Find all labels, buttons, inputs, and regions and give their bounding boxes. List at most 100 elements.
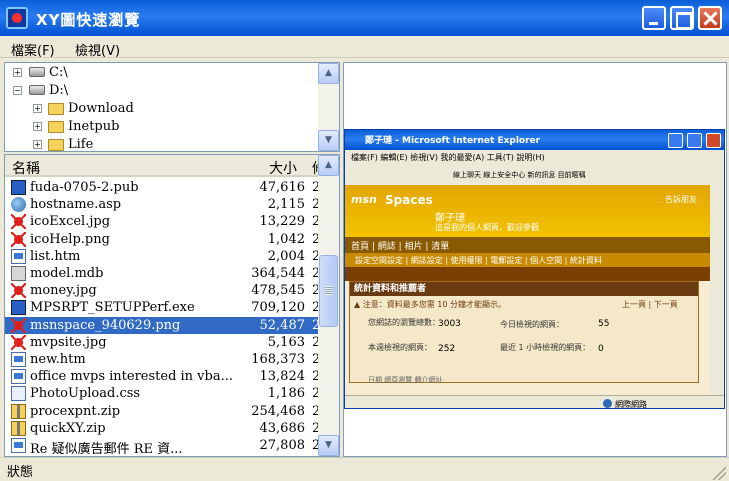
stat-value: 0	[598, 344, 604, 354]
mail-icon	[11, 438, 26, 453]
file-name: new.htm	[30, 352, 86, 367]
tree-node-label: Download	[68, 101, 134, 116]
ie-scrollbar	[710, 165, 724, 395]
grip-icon	[325, 286, 333, 295]
msn-top-links: 線上聊天 線上安全中心 新的訊息 目前暱稱	[345, 165, 724, 185]
column-header-name[interactable]: 名稱	[12, 158, 40, 178]
ie-close-icon	[706, 133, 721, 148]
tree-scrollbar[interactable]: ▲ ▼	[318, 63, 339, 151]
publisher-icon	[11, 180, 26, 195]
file-row[interactable]: mvpsite.jpg5,1632	[5, 334, 318, 351]
file-name: icoExcel.jpg	[30, 214, 111, 230]
folder-icon	[48, 139, 64, 151]
stat-value: 55	[598, 319, 610, 329]
red-splat-icon	[11, 231, 26, 247]
window-title: XY圖快速瀏覽	[36, 11, 141, 29]
file-name: mvpsite.jpg	[30, 334, 107, 350]
file-row[interactable]: money.jpg478,5452	[5, 282, 318, 299]
file-row[interactable]: office mvps interested in vba...13,8242	[5, 368, 318, 385]
list-scrollbar[interactable]: ▲ ▼	[318, 155, 339, 456]
ie-menu-bar: 檔案(F) 編輯(E) 檢視(V) 我的最愛(A) 工具(T) 說明(H)	[345, 150, 724, 165]
file-name: money.jpg	[30, 283, 97, 299]
expand-icon[interactable]: +	[33, 122, 42, 131]
msn-subnav-text: 設定空間設定 | 網誌設定 | 使用權限 | 電郵設定 | 個人空間 | 統計資…	[355, 256, 602, 265]
file-name: quickXY.zip	[30, 420, 106, 436]
folder-tree[interactable]: + C:\ − D:\ + Download + Inetpub + Life …	[4, 62, 340, 152]
tree-node-d-drive[interactable]: − D:\	[5, 82, 315, 100]
maximize-button[interactable]	[670, 6, 694, 30]
file-row[interactable]: icoHelp.png1,0422	[5, 231, 318, 248]
file-size: 13,824	[259, 369, 306, 385]
file-row[interactable]: new.htm168,3732	[5, 351, 318, 368]
file-row[interactable]: MPSRPT_SETUPPerf.exe709,1202	[5, 299, 318, 316]
file-row[interactable]: msnspace_940629.png52,4872	[5, 316, 318, 334]
tree-node-inetpub[interactable]: + Inetpub	[5, 118, 315, 136]
menu-view[interactable]: 檢視(V)	[75, 40, 120, 59]
file-name: PhotoUpload.css	[30, 386, 141, 402]
close-button[interactable]	[698, 6, 722, 30]
file-name: fuda-0705-2.pub	[30, 180, 139, 195]
ie-title-bar: 鄭子璉 - Microsoft Internet Explorer	[345, 130, 724, 150]
file-size: 2,004	[267, 248, 305, 264]
stats-note: ▲ 注意：資料最多您需 10 分鐘才能顯示。	[354, 300, 506, 309]
file-row[interactable]: quickXY.zip43,6862	[5, 420, 318, 437]
file-name: model.mdb	[30, 266, 104, 281]
tree-node-label: Life	[68, 137, 94, 152]
html-doc-icon	[11, 352, 26, 367]
file-row[interactable]: fuda-0705-2.pub47,6162	[5, 179, 318, 196]
collapse-icon[interactable]: −	[13, 86, 22, 95]
ie-maximize-icon	[687, 133, 702, 148]
file-row[interactable]: list.htm2,0042	[5, 248, 318, 265]
resize-grip-icon[interactable]	[712, 466, 726, 480]
ie-status-text: 網際網路	[615, 400, 647, 409]
red-splat-icon	[11, 317, 26, 333]
file-list[interactable]: 名稱 大小 修 fuda-0705-2.pub47,6162hostname.a…	[4, 154, 340, 457]
file-name: icoHelp.png	[30, 231, 110, 247]
file-size: 1,042	[267, 231, 305, 247]
drive-icon	[29, 67, 45, 77]
image-preview-pane: 鄭子璉 - Microsoft Internet Explorer 檔案(F) …	[343, 62, 727, 457]
file-row[interactable]: icoExcel.jpg13,2292	[5, 213, 318, 230]
file-name: procexpnt.zip	[30, 403, 121, 419]
scroll-down-icon[interactable]: ▼	[318, 130, 339, 151]
expand-icon[interactable]: +	[33, 140, 42, 149]
msn-spaces-label: Spaces	[385, 193, 433, 207]
expand-icon[interactable]: +	[33, 104, 42, 113]
msn-subnav: 設定空間設定 | 網誌設定 | 使用權限 | 電郵設定 | 個人空間 | 統計資…	[345, 253, 724, 267]
blog-subtitle: 這是我的個人網頁，歡迎參觀	[435, 223, 539, 232]
file-name: office mvps interested in vba...	[30, 369, 233, 385]
stat-label: 本週檢視的網頁：	[368, 343, 432, 352]
red-splat-icon	[11, 214, 26, 230]
menu-file[interactable]: 檔案(F)	[11, 40, 55, 59]
file-row[interactable]: procexpnt.zip254,4682	[5, 403, 318, 420]
menu-bar: 檔案(F) 檢視(V)	[0, 36, 729, 59]
globe-icon	[11, 197, 26, 213]
file-row[interactable]: Re 疑似廣告郵件 RE 資...27,8082	[5, 437, 318, 454]
file-row[interactable]: PhotoUpload.css1,1862	[5, 385, 318, 402]
drive-icon	[29, 85, 45, 95]
stats-box: 統計資料和推薦者 ▲ 注意：資料最多您需 10 分鐘才能顯示。 上一頁 | 下一…	[349, 281, 699, 384]
minimize-button[interactable]	[642, 6, 666, 30]
scroll-up-icon[interactable]: ▲	[318, 155, 339, 176]
scroll-up-icon[interactable]: ▲	[318, 63, 339, 84]
file-row[interactable]: model.mdb364,5442	[5, 265, 318, 282]
file-size: 364,544	[251, 266, 305, 281]
stat-label: 您網誌的瀏覽總數：	[368, 318, 440, 327]
file-row[interactable]: hostname.asp2,1152	[5, 196, 318, 213]
css-icon	[11, 386, 26, 402]
file-size: 13,229	[259, 214, 306, 230]
scroll-down-icon[interactable]: ▼	[318, 435, 339, 456]
tree-node-label: Inetpub	[68, 119, 120, 134]
tree-node-download[interactable]: + Download	[5, 100, 315, 118]
title-bar[interactable]: XY圖快速瀏覽	[0, 0, 729, 36]
expand-icon[interactable]: +	[13, 68, 22, 77]
msn-nav: 首頁 | 網誌 | 相片 | 清單	[345, 237, 724, 253]
tree-node-life[interactable]: + Life	[5, 136, 315, 152]
tree-node-c-drive[interactable]: + C:\	[5, 64, 315, 82]
exe-icon	[11, 300, 26, 316]
scrollbar-thumb[interactable]	[319, 255, 338, 327]
html-doc-icon	[11, 248, 26, 264]
tree-node-label: C:\	[49, 65, 68, 80]
ie-minimize-icon	[668, 133, 683, 148]
column-header-size[interactable]: 大小	[269, 158, 297, 178]
